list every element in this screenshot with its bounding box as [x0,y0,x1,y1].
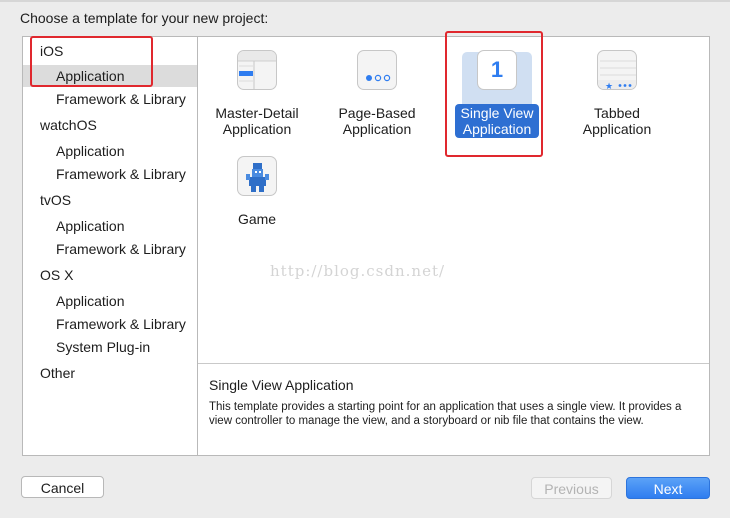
template-page-based[interactable]: Page-Based Application [322,50,432,139]
description-title: Single View Application [209,377,354,393]
template-single-view[interactable]: 1 Single View Application [442,50,552,139]
template-grid: Master-Detail Application Page-Based App… [197,36,710,456]
previous-button[interactable]: Previous [531,477,612,499]
sidebar-item-ios-framework[interactable]: Framework & Library [23,88,197,110]
page-based-icon [357,50,397,90]
sidebar-item-osx-framework[interactable]: Framework & Library [23,313,197,335]
sidebar-item-watchos-application[interactable]: Application [23,140,197,162]
tabbed-icon: ★ [597,50,637,90]
template-master-detail[interactable]: Master-Detail Application [202,50,312,139]
sidebar-item-tvos-framework[interactable]: Framework & Library [23,238,197,260]
template-label: Master-Detail Application [215,105,299,137]
sidebar-item-osx-system-plugin[interactable]: System Plug-in [23,336,197,358]
window-top-border [0,0,730,2]
platform-sidebar: iOS Application Framework & Library watc… [22,36,198,456]
template-label: Game [237,211,277,227]
divider [198,363,709,364]
sidebar-item-osx-application[interactable]: Application [23,290,197,312]
single-view-icon: 1 [477,50,517,90]
sidebar-category-other[interactable]: Other [23,362,197,384]
template-label: Tabbed Application [582,105,652,137]
next-button[interactable]: Next [626,477,710,499]
template-game[interactable]: Game [202,156,312,229]
description-text: This template provides a starting point … [209,401,682,427]
svg-text:★: ★ [605,82,613,90]
template-label: Page-Based Application [338,105,416,137]
sidebar-category-tvos[interactable]: tvOS [23,189,197,211]
watermark: http://blog.csdn.net/ [270,262,446,280]
sidebar-category-osx[interactable]: OS X [23,264,197,286]
cancel-button[interactable]: Cancel [21,476,104,498]
sidebar-category-ios[interactable]: iOS [23,40,197,62]
page-title: Choose a template for your new project: [20,10,269,26]
sidebar-item-ios-application[interactable]: Application [23,65,197,87]
sidebar-item-tvos-application[interactable]: Application [23,215,197,237]
single-view-icon-number: 1 [490,57,504,82]
template-tabbed[interactable]: ★ Tabbed Application [562,50,672,139]
template-label: Single View Application [454,104,540,138]
master-detail-icon [237,50,277,90]
game-icon [237,156,277,196]
sidebar-category-watchos[interactable]: watchOS [23,114,197,136]
sidebar-item-watchos-framework[interactable]: Framework & Library [23,163,197,185]
